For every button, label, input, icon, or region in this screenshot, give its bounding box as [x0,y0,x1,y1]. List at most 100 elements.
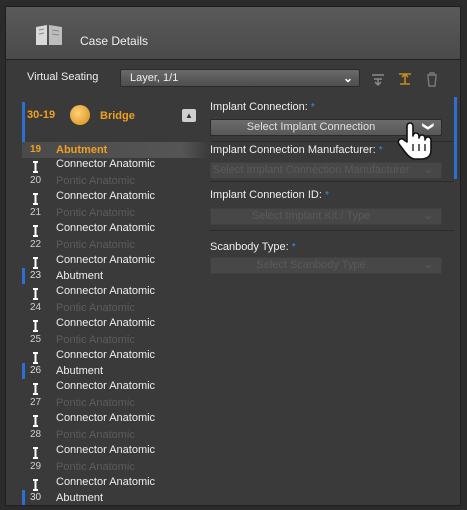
connector-icon [33,383,38,395]
connector-label: Connector Anatomic [56,317,156,329]
tooth-type: Pontic Anatomic [56,334,135,346]
tooth-type: Pontic Anatomic [56,302,135,314]
connector-label: Connector Anatomic [56,222,156,234]
tooth-number: 20 [30,175,42,186]
scanbody-type-label: Scanbody Type: * [210,241,296,253]
tooth-item-30[interactable]: 30 Abutment [22,490,210,505]
tooth-number: 26 [30,365,42,376]
chevron-down-icon: ⌄ [342,71,353,85]
window-title: Case Details [80,34,149,48]
connector-label: Connector Anatomic [56,285,156,297]
tooth-item-22[interactable]: 22 Pontic Anatomic [22,237,210,253]
chevron-down-icon: ⌄ [423,259,433,271]
connector-label: Connector Anatomic [56,380,156,392]
seat-down-icon[interactable] [370,71,386,87]
connector-icon [33,320,38,332]
tooth-type: Abutment [56,144,108,156]
layer-select-value: Layer, 1/1 [130,72,179,84]
connector-icon [33,225,38,237]
bridge-teeth-icon [70,105,90,125]
required-marker: * [324,190,329,201]
connector-item[interactable]: Connector Anatomic [22,284,210,300]
implant-connection-label: Implant Connection: * [210,101,315,113]
tooth-item-20[interactable]: 20 Pontic Anatomic [22,173,210,189]
tooth-item-27[interactable]: 27 Pontic Anatomic [22,395,210,411]
tooth-item-24[interactable]: 24 Pontic Anatomic [22,300,210,316]
implant-connection-id-dropdown: Select Implant Kit / Type ⌄ [210,208,442,225]
connector-label: Connector Anatomic [56,444,156,456]
field-marker [454,141,457,179]
book-icon [36,25,62,45]
tooth-type: Pontic Anatomic [56,239,135,251]
virtual-seating-row: Virtual Seating Layer, 1/1 ⌄ [6,65,460,91]
tooth-number: 21 [30,207,42,218]
connector-item[interactable]: Connector Anatomic [22,221,210,237]
connector-item[interactable]: Connector Anatomic [22,379,210,395]
connector-label: Connector Anatomic [56,476,156,488]
tooth-number: 23 [30,270,42,281]
tooth-number: 27 [30,397,42,408]
implant-connection-id-label: Implant Connection ID: * [210,189,329,201]
collapse-button[interactable]: ▲ [182,109,196,122]
selection-marker [22,102,25,142]
connector-label: Connector Anatomic [56,349,156,361]
connector-icon [33,193,38,205]
case-details-window: Case Details Virtual Seating Layer, 1/1 … [5,6,461,506]
manufacturer-dropdown: Select Implant Connection Manufacturer ⌄ [210,162,442,179]
bridge-label: Bridge [100,110,135,122]
tooth-number: 19 [30,144,42,155]
trash-icon[interactable] [424,71,440,87]
tooth-type: Abutment [56,365,104,377]
tooth-type: Pontic Anatomic [56,175,135,187]
tooth-type: Abutment [56,270,104,282]
divider [210,230,454,231]
connector-item[interactable]: Connector Anatomic [22,157,210,173]
chevron-down-icon: ⌄ [423,210,433,222]
tooth-number: 30 [30,492,42,503]
connector-item[interactable]: Connector Anatomic [22,411,210,427]
layer-select[interactable]: Layer, 1/1 ⌄ [120,69,360,87]
connector-label: Connector Anatomic [56,412,156,424]
required-marker: * [291,242,296,253]
tooth-type: Pontic Anatomic [56,207,135,219]
hand-pointer-icon [397,122,432,160]
connector-icon [33,415,38,427]
tooth-item-21[interactable]: 21 Pontic Anatomic [22,205,210,221]
bridge-range: 30-19 [27,109,56,121]
tooth-item-28[interactable]: 28 Pontic Anatomic [22,427,210,443]
tooth-item-19[interactable]: 19 Abutment [22,142,210,158]
divider [210,181,454,182]
dropdown-value: Select Scanbody Type [256,259,366,271]
connector-label: Connector Anatomic [56,254,156,266]
tooth-item-29[interactable]: 29 Pontic Anatomic [22,459,210,475]
dropdown-value: Select Implant Connection [246,121,376,133]
tooth-type: Pontic Anatomic [56,461,135,473]
connector-item[interactable]: Connector Anatomic [22,443,210,459]
tooth-item-25[interactable]: 25 Pontic Anatomic [22,332,210,348]
seat-up-icon[interactable] [397,71,413,87]
connector-item[interactable]: Connector Anatomic [22,253,210,269]
connector-icon [33,161,38,173]
tooth-item-23[interactable]: 23 Abutment [22,268,210,284]
tooth-type: Abutment [56,492,104,504]
tooth-type: Pontic Anatomic [56,397,135,409]
dropdown-value: Select Implant Connection Manufacturer [212,164,410,176]
connector-item[interactable]: Connector Anatomic [22,189,210,205]
virtual-seating-label: Virtual Seating [27,71,99,83]
tooth-item-26[interactable]: 26 Abutment [22,363,210,379]
bridge-tree: 30-19 Bridge ▲ 19 Abutment Connector Ana… [22,102,210,505]
field-marker [454,97,457,141]
required-marker: * [310,102,315,113]
title-bar: Case Details [6,7,460,60]
tooth-number: 24 [30,302,42,313]
connector-icon [33,288,38,300]
tooth-number: 29 [30,461,42,472]
chevron-down-icon: ⌄ [423,164,433,176]
connector-item[interactable]: Connector Anatomic [22,475,210,491]
tooth-number: 22 [30,239,42,250]
connector-item[interactable]: Connector Anatomic [22,316,210,332]
bridge-header[interactable]: 30-19 Bridge ▲ [22,102,210,128]
dropdown-value: Select Implant Kit / Type [251,210,371,222]
tooth-type: Pontic Anatomic [56,429,135,441]
connector-item[interactable]: Connector Anatomic [22,348,210,364]
